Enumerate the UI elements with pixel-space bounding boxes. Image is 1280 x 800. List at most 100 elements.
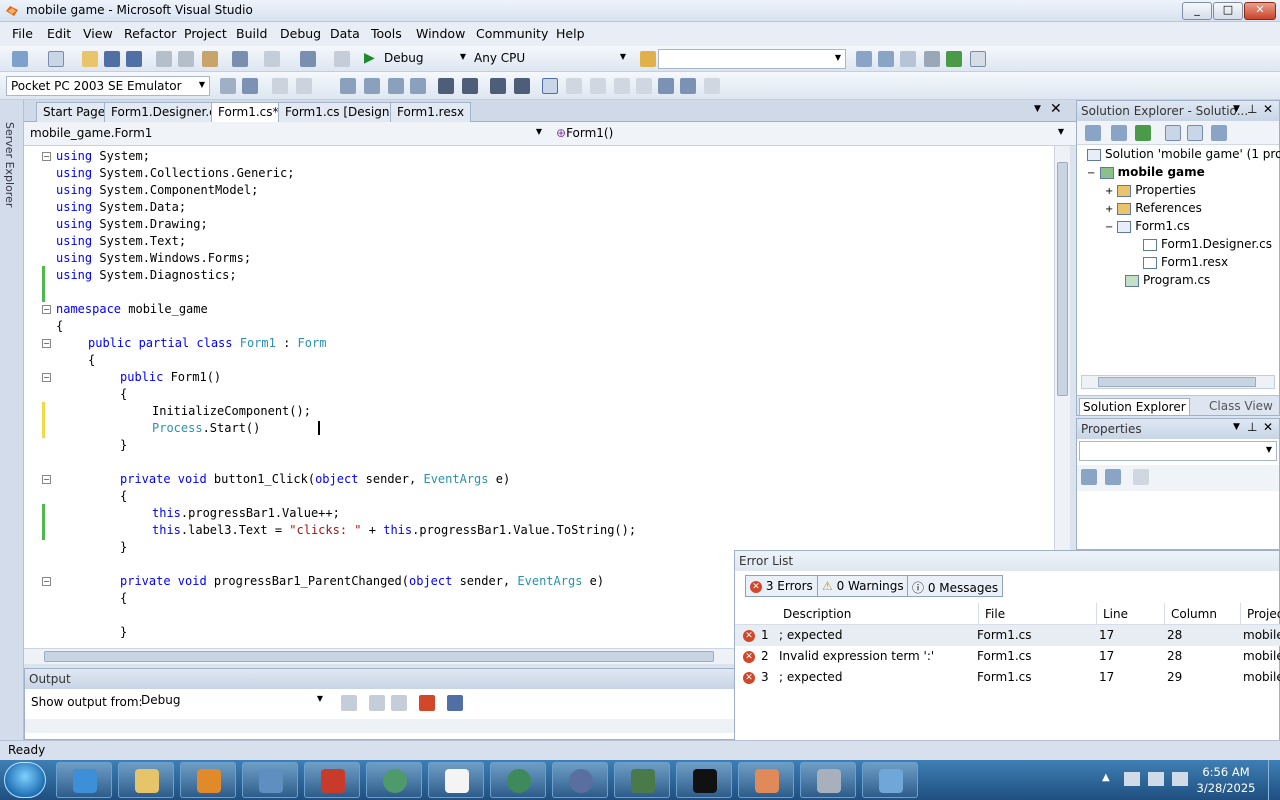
taskbar-visual-studio[interactable] — [738, 762, 794, 798]
menu-tools[interactable]: Tools — [371, 26, 402, 41]
pin-icon[interactable]: ⊥ — [1247, 420, 1257, 434]
align-icon[interactable] — [340, 78, 356, 94]
clear-all-icon[interactable] — [419, 695, 435, 711]
start-debugging-icon[interactable]: ▶ — [364, 50, 375, 66]
table-row[interactable]: ✕ 1 ; expected Form1.cs 17 28 mobile g — [735, 625, 1280, 646]
class-diagram-icon[interactable] — [1211, 125, 1227, 141]
tree-project[interactable]: − mobile game — [1087, 165, 1205, 179]
taskbar-media-player[interactable] — [180, 762, 236, 798]
warnings-filter-button[interactable]: ⚠ 0 Warnings — [817, 575, 909, 597]
flag-icon[interactable] — [1124, 772, 1140, 786]
tab-solution-explorer[interactable]: Solution Explorer — [1079, 398, 1190, 416]
solution-configuration-dropdown[interactable]: Debug ▼ — [380, 49, 470, 69]
show-desktop-button[interactable] — [1268, 760, 1280, 800]
tab-form1-cs[interactable]: Form1.cs* — [211, 102, 286, 122]
paste-icon[interactable] — [202, 51, 218, 67]
add-item-icon[interactable] — [48, 51, 64, 67]
menu-view[interactable]: View — [83, 26, 113, 41]
menu-file[interactable]: File — [12, 26, 33, 41]
fold-toggle[interactable]: − — [42, 152, 51, 161]
new-project-icon[interactable] — [12, 51, 28, 67]
outdent-icon[interactable] — [462, 78, 478, 94]
tree-horizontal-scrollbar[interactable] — [1081, 375, 1275, 389]
bookmark-icon[interactable] — [680, 78, 696, 94]
save-icon[interactable] — [104, 51, 120, 67]
column-line[interactable]: Line — [1097, 603, 1165, 625]
navigate-back-icon[interactable] — [300, 51, 316, 67]
column-column[interactable]: Column — [1165, 603, 1241, 625]
panel-menu-icon[interactable]: ▼ — [1233, 104, 1240, 114]
align-icon[interactable] — [364, 78, 380, 94]
table-row[interactable]: ✕ 3 ; expected Form1.cs 17 29 mobile g — [735, 667, 1280, 688]
tree-properties[interactable]: + Properties — [1105, 183, 1196, 197]
bookmark-icon[interactable] — [542, 78, 558, 94]
find-icon[interactable] — [856, 51, 872, 67]
alphabetical-icon[interactable] — [1105, 469, 1121, 485]
tab-list-icon[interactable]: ▼ — [1034, 104, 1041, 114]
panel-menu-icon[interactable]: ▼ — [1233, 422, 1240, 432]
output-source-dropdown[interactable]: Debug ▼ — [137, 691, 327, 711]
view-designer-icon[interactable] — [1187, 125, 1203, 141]
find-message-icon[interactable] — [341, 695, 357, 711]
scrollbar-thumb[interactable] — [1057, 162, 1068, 396]
show-hidden-icons[interactable]: ▲ — [1102, 772, 1110, 783]
solution-explorer-icon[interactable] — [878, 51, 894, 67]
server-explorer-tab[interactable]: Server Explorer — [3, 122, 16, 207]
bookmark-next-icon[interactable] — [590, 78, 606, 94]
bookmark-icon[interactable] — [614, 78, 630, 94]
align-icon[interactable] — [388, 78, 404, 94]
minimize-button[interactable]: _ — [1182, 2, 1212, 20]
menu-project[interactable]: Project — [184, 26, 227, 41]
comment-icon[interactable] — [490, 78, 506, 94]
uncomment-icon[interactable] — [514, 78, 530, 94]
taskbar-toolbox[interactable] — [304, 762, 360, 798]
property-pages-icon[interactable] — [1133, 469, 1149, 485]
navigate-forward-icon[interactable] — [334, 51, 350, 67]
clear-bookmarks-icon[interactable] — [704, 78, 720, 94]
menu-debug[interactable]: Debug — [280, 26, 321, 41]
indent-icon[interactable] — [438, 78, 454, 94]
editor-horizontal-scrollbar[interactable] — [24, 648, 736, 664]
object-selector-dropdown[interactable]: ▼ — [1079, 441, 1277, 461]
menu-refactor[interactable]: Refactor — [124, 26, 176, 41]
system-clock[interactable]: 6:56 AM 3/28/2025 — [1196, 764, 1256, 796]
taskbar-internet-explorer[interactable] — [56, 762, 112, 798]
tree-solution[interactable]: Solution 'mobile game' (1 projec — [1087, 147, 1280, 161]
find-in-files-icon[interactable] — [640, 51, 656, 67]
scrollbar-thumb[interactable] — [44, 651, 714, 662]
device-options-icon[interactable] — [220, 78, 236, 94]
output-horizontal-scrollbar[interactable] — [25, 719, 735, 733]
tree-form1-cs[interactable]: − Form1.cs — [1105, 219, 1190, 233]
open-file-icon[interactable] — [82, 51, 98, 67]
taskbar-computer[interactable] — [242, 762, 298, 798]
target-device-dropdown[interactable]: Pocket PC 2003 SE Emulator ▼ — [6, 76, 210, 96]
table-row[interactable]: ✕ 2 Invalid expression term ':' Form1.cs… — [735, 646, 1280, 667]
bookmark-prev-icon[interactable] — [566, 78, 582, 94]
member-dropdown[interactable]: ⊕Form1() ▼ — [552, 124, 1068, 144]
previous-message-icon[interactable] — [369, 695, 385, 711]
tab-form1-design[interactable]: Form1.cs [Design]* — [278, 102, 408, 122]
find-combo[interactable]: ▼ — [658, 49, 846, 69]
toolbox-icon[interactable] — [924, 51, 940, 67]
maximize-button[interactable]: □ — [1213, 2, 1243, 20]
taskbar-device-manager[interactable] — [614, 762, 670, 798]
close-document-icon[interactable]: ✕ — [1050, 101, 1062, 117]
menu-data[interactable]: Data — [330, 26, 360, 41]
taskbar-agent[interactable] — [552, 762, 608, 798]
word-wrap-icon[interactable] — [447, 695, 463, 711]
connect-device-icon[interactable] — [242, 78, 258, 94]
taskbar-globe-app[interactable] — [366, 762, 422, 798]
cut-icon[interactable] — [156, 51, 172, 67]
taskbar-network[interactable] — [862, 762, 918, 798]
save-all-icon[interactable] — [126, 51, 142, 67]
tree-form1-resx[interactable]: Form1.resx — [1143, 255, 1228, 269]
taskbar-notepad[interactable] — [428, 762, 484, 798]
command-window-icon[interactable] — [970, 51, 986, 67]
fold-toggle[interactable]: − — [42, 339, 51, 348]
pin-icon[interactable]: ⊥ — [1247, 102, 1257, 116]
menu-build[interactable]: Build — [236, 26, 267, 41]
refresh-icon[interactable] — [1135, 125, 1151, 141]
menu-help[interactable]: Help — [556, 26, 585, 41]
view-code-icon[interactable] — [1165, 125, 1181, 141]
categorized-icon[interactable] — [1081, 469, 1097, 485]
